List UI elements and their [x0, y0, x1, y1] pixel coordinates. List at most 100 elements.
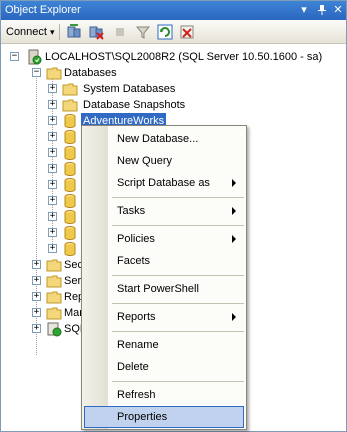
tree-node-system-databases[interactable]: + System Databases	[1, 81, 346, 97]
summary-icon[interactable]	[179, 24, 195, 40]
submenu-arrow-icon	[232, 235, 236, 243]
close-icon[interactable]: ✕	[330, 2, 346, 18]
server-icon	[28, 49, 42, 65]
menu-item-tasks[interactable]: Tasks	[84, 200, 244, 222]
connect-server-icon[interactable]	[66, 24, 82, 40]
menu-item-label: Refresh	[117, 389, 156, 401]
disconnect-icon[interactable]	[88, 24, 104, 40]
menu-item-label: Start PowerShell	[117, 283, 199, 295]
collapse-toggle[interactable]: −	[10, 52, 19, 61]
folder-icon	[46, 67, 62, 80]
tree-node-databases[interactable]: − Databases	[1, 65, 346, 81]
connect-label: Connect	[6, 26, 47, 38]
menu-item-new-database[interactable]: New Database...	[84, 128, 244, 150]
expand-toggle[interactable]: +	[48, 84, 57, 93]
menu-item-label: Properties	[117, 411, 168, 423]
folder-icon	[46, 291, 62, 304]
database-icon	[64, 242, 76, 256]
folder-icon	[46, 275, 62, 288]
tree-node-database[interactable]: +	[1, 225, 81, 241]
database-icon	[64, 130, 76, 144]
tree-node-management[interactable]: + Mar	[1, 305, 81, 321]
menu-item-label: Delete	[117, 361, 149, 373]
refresh-icon[interactable]	[157, 24, 173, 40]
expand-toggle[interactable]: +	[32, 324, 41, 333]
expand-toggle[interactable]: +	[32, 308, 41, 317]
submenu-arrow-icon	[232, 207, 236, 215]
menu-separator	[112, 381, 244, 382]
expand-toggle[interactable]: +	[48, 100, 57, 109]
menu-item-reports[interactable]: Reports	[84, 306, 244, 328]
menu-item-label: Reports	[117, 311, 156, 323]
filter-icon[interactable]	[135, 24, 151, 40]
menu-item-new-query[interactable]: New Query	[84, 150, 244, 172]
title-bar: Object Explorer ▾ ✕	[1, 1, 346, 20]
menu-item-delete[interactable]: Delete	[84, 356, 244, 378]
tree-node-database[interactable]: +	[1, 241, 81, 257]
expand-toggle[interactable]: +	[48, 148, 57, 157]
expand-toggle[interactable]: +	[48, 116, 57, 125]
tree-node-database[interactable]: +	[1, 161, 81, 177]
menu-separator	[112, 275, 244, 276]
collapse-toggle[interactable]: −	[32, 68, 41, 77]
expand-toggle[interactable]: +	[48, 180, 57, 189]
tree-node-server-objects[interactable]: + Serv	[1, 273, 81, 289]
expand-toggle[interactable]: +	[48, 244, 57, 253]
database-icon	[64, 226, 76, 240]
submenu-arrow-icon	[232, 179, 236, 187]
menu-item-rename[interactable]: Rename	[84, 334, 244, 356]
tree-node-server[interactable]: − LOCALHOST\SQL2008R2 (SQL Server 10.50.…	[1, 49, 346, 65]
expand-toggle[interactable]: +	[48, 164, 57, 173]
tree-node-database[interactable]: +	[1, 145, 81, 161]
tree-node-database[interactable]: +	[1, 129, 81, 145]
menu-item-policies[interactable]: Policies	[84, 228, 244, 250]
tree-node-sql-agent[interactable]: + SQL	[1, 321, 81, 337]
tree-node-security[interactable]: + Sec	[1, 257, 81, 273]
chevron-down-icon: ▾	[50, 27, 55, 37]
menu-item-facets[interactable]: Facets	[84, 250, 244, 272]
menu-item-script-database-as[interactable]: Script Database as	[84, 172, 244, 194]
databases-label: Databases	[64, 67, 117, 79]
expand-toggle[interactable]: +	[32, 260, 41, 269]
pin-icon[interactable]	[314, 2, 330, 18]
menu-separator	[112, 303, 244, 304]
tree-node-database[interactable]: +	[1, 177, 81, 193]
tree-node-replication[interactable]: + Rep	[1, 289, 81, 305]
database-icon	[64, 114, 76, 128]
tree-node-database[interactable]: +	[1, 209, 81, 225]
menu-item-properties[interactable]: Properties	[84, 406, 244, 428]
server-objects-label: Serv	[64, 275, 81, 287]
system-databases-label: System Databases	[83, 83, 176, 95]
menu-item-label: Script Database as	[117, 177, 210, 189]
dropdown-icon[interactable]: ▾	[296, 2, 312, 18]
security-label: Sec	[64, 259, 81, 271]
window-title: Object Explorer	[5, 4, 81, 16]
management-label: Mar	[64, 307, 81, 319]
tree-node-database-snapshots[interactable]: + Database Snapshots	[1, 97, 346, 113]
expand-toggle[interactable]: +	[48, 132, 57, 141]
folder-icon	[46, 307, 62, 320]
menu-item-label: Facets	[117, 255, 151, 267]
menu-item-label: New Database...	[117, 133, 199, 145]
expand-toggle[interactable]: +	[32, 276, 41, 285]
connect-button[interactable]: Connect ▾	[6, 24, 55, 40]
server-label: LOCALHOST\SQL2008R2 (SQL Server 10.50.16…	[45, 51, 323, 63]
expand-toggle[interactable]: +	[48, 212, 57, 221]
database-icon	[64, 146, 76, 160]
database-icon	[64, 178, 76, 192]
database-snapshots-label: Database Snapshots	[83, 99, 186, 111]
database-icon	[64, 162, 76, 176]
folder-icon	[46, 259, 62, 272]
object-explorer-window: Object Explorer ▾ ✕ Connect ▾ − LOCALHOS…	[0, 0, 347, 432]
folder-icon	[62, 99, 78, 112]
menu-item-start-powershell[interactable]: Start PowerShell	[84, 278, 244, 300]
sql-agent-label: SQL	[64, 323, 81, 335]
expand-toggle[interactable]: +	[48, 196, 57, 205]
stop-icon[interactable]	[112, 24, 128, 40]
expand-toggle[interactable]: +	[48, 228, 57, 237]
menu-item-refresh[interactable]: Refresh	[84, 384, 244, 406]
tree-node-database[interactable]: +	[1, 193, 81, 209]
toolbar-separator	[59, 24, 60, 40]
expand-toggle[interactable]: +	[32, 292, 41, 301]
menu-item-label: Policies	[117, 233, 155, 245]
